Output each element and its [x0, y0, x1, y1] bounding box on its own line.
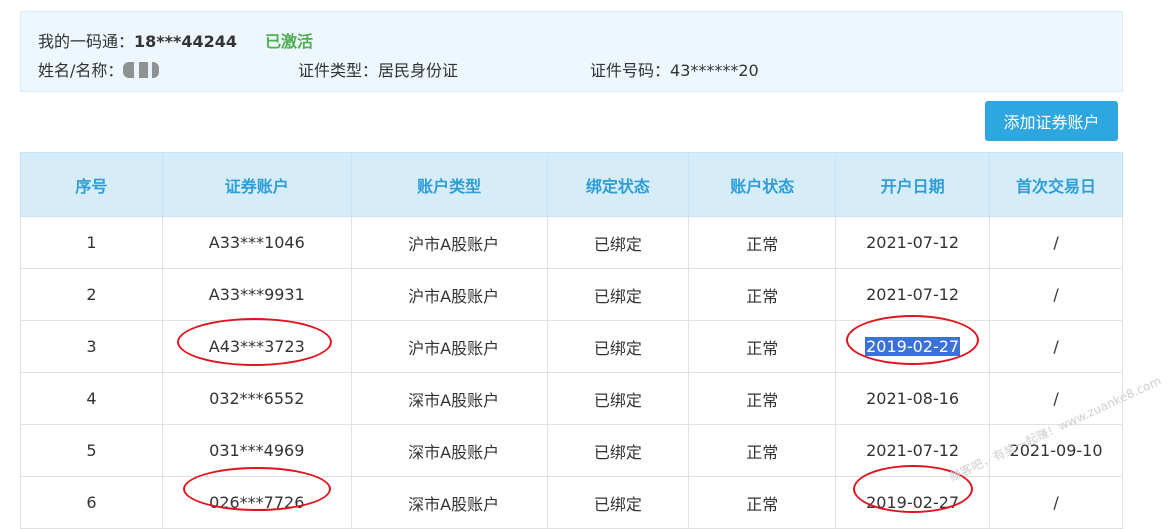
id-type-label: 证件类型： — [298, 61, 379, 80]
phone-label: 我的一码通： — [38, 32, 135, 51]
cell-account: A43***3723 — [161, 320, 352, 373]
cell-bind-status: 已绑定 — [546, 372, 690, 425]
header-open-date: 开户日期 — [835, 152, 991, 217]
add-securities-account-button[interactable]: 添加证券账户 — [985, 101, 1118, 141]
header-account-type: 账户类型 — [350, 152, 548, 217]
cell-account: 032***6552 — [161, 372, 352, 425]
phone-row: 我的一码通：18***44244 已激活 — [38, 28, 313, 52]
cell-open-date: 2019-02-27 — [835, 320, 991, 373]
header-bind-status: 绑定状态 — [546, 152, 690, 217]
table-row: 1 A33***1046 沪市A股账户 已绑定 正常 2021-07-12 / — [20, 216, 1123, 269]
cell-open-date: 2021-07-12 — [835, 216, 991, 269]
cell-account-type: 沪市A股账户 — [350, 320, 548, 373]
cell-open-date: 2021-08-16 — [835, 372, 991, 425]
cell-bind-status: 已绑定 — [546, 216, 690, 269]
cell-no: 2 — [20, 268, 163, 321]
cell-account: A33***9931 — [161, 268, 352, 321]
header-account: 证券账户 — [161, 152, 352, 217]
cell-no: 5 — [20, 424, 163, 477]
id-number-value: 43******20 — [670, 61, 759, 80]
cell-bind-status: 已绑定 — [546, 268, 690, 321]
cell-account-status[interactable]: 正常 — [688, 372, 837, 425]
cell-account-type: 深市A股账户 — [350, 424, 548, 477]
cell-no: 4 — [20, 372, 163, 425]
header-first-trade-date: 首次交易日 — [989, 152, 1123, 217]
id-number-label: 证件号码： — [590, 61, 671, 80]
table-header-row: 序号 证券账户 账户类型 绑定状态 账户状态 开户日期 首次交易日 — [20, 152, 1123, 217]
cell-no: 3 — [20, 320, 163, 373]
table-row: 2 A33***9931 沪市A股账户 已绑定 正常 2021-07-12 / — [20, 268, 1123, 321]
header-no: 序号 — [20, 152, 163, 217]
name-value-redacted — [123, 62, 160, 78]
cell-account: 026***7726 — [161, 476, 352, 529]
cell-account-status[interactable]: 正常 — [688, 216, 837, 269]
cell-account-status[interactable]: 正常 — [688, 268, 837, 321]
cell-first-trade-date: / — [989, 320, 1123, 373]
cell-first-trade-date: / — [989, 268, 1123, 321]
id-type-value: 居民身份证 — [378, 61, 459, 80]
cell-no: 6 — [20, 476, 163, 529]
cell-first-trade-date: / — [989, 476, 1123, 529]
cell-account-status[interactable]: 正常 — [688, 424, 837, 477]
phone-value: 18***44244 — [134, 32, 238, 51]
cell-account-type: 深市A股账户 — [350, 476, 548, 529]
cell-no: 1 — [20, 216, 163, 269]
cell-account: 031***4969 — [161, 424, 352, 477]
cell-bind-status: 已绑定 — [546, 424, 690, 477]
cell-bind-status: 已绑定 — [546, 320, 690, 373]
cell-account-type: 沪市A股账户 — [350, 216, 548, 269]
cell-account: A33***1046 — [161, 216, 352, 269]
account-info-panel: 我的一码通：18***44244 已激活 姓名/名称： 证件类型：居民身份证 证件… — [20, 11, 1123, 92]
cell-account-status[interactable]: 正常 — [688, 476, 837, 529]
table-row: 4 032***6552 深市A股账户 已绑定 正常 2021-08-16 / — [20, 372, 1123, 425]
name-row: 姓名/名称： — [38, 57, 160, 81]
activation-status: 已激活 — [265, 32, 314, 51]
cell-account-type: 深市A股账户 — [350, 372, 548, 425]
cell-account-type: 沪市A股账户 — [350, 268, 548, 321]
name-label: 姓名/名称： — [38, 61, 124, 80]
id-number-field: 证件号码：43******20 — [590, 57, 759, 81]
table-row: 3 A43***3723 沪市A股账户 已绑定 正常 2019-02-27 / — [20, 320, 1123, 373]
header-account-status: 账户状态 — [688, 152, 837, 217]
cell-account-status[interactable]: 正常 — [688, 320, 837, 373]
id-type-field: 证件类型：居民身份证 — [298, 57, 458, 81]
cell-bind-status: 已绑定 — [546, 476, 690, 529]
cell-open-date: 2019-02-27 — [835, 476, 991, 529]
cell-open-date: 2021-07-12 — [835, 268, 991, 321]
table-row: 6 026***7726 深市A股账户 已绑定 正常 2019-02-27 / — [20, 476, 1123, 529]
selected-open-date: 2019-02-27 — [865, 337, 961, 356]
cell-first-trade-date: / — [989, 216, 1123, 269]
